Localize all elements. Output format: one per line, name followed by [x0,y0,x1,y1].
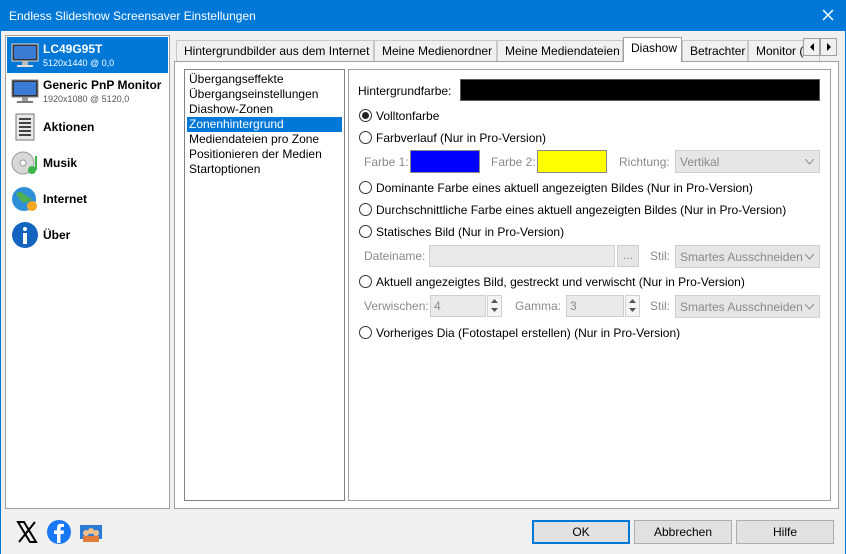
radio-stretched-blurred[interactable] [359,275,372,288]
radio-gradient[interactable] [359,131,372,144]
ok-button[interactable]: OK [532,520,630,544]
sidebar-item-actions[interactable]: Aktionen [7,109,168,145]
radio-static-image[interactable] [359,225,372,238]
list-item[interactable]: Startoptionen [187,162,342,177]
sidebar: LC49G95T 5120x1440 @ 0,0 Generic PnP Mon… [5,35,170,509]
sidebar-item-internet[interactable]: Internet [7,181,168,217]
list-item[interactable]: Übergangseffekte [187,72,342,87]
list-item-selected[interactable]: Zonenhintergrund [187,117,342,132]
background-color-picker[interactable] [460,79,820,101]
sidebar-item-label: Musik [43,156,78,170]
color1-swatch[interactable] [410,150,480,173]
chevron-down-icon [805,254,814,260]
filename-label: Dateiname: [364,249,426,263]
sidebar-item-label: Internet [43,192,88,206]
sidebar-item-monitor-1[interactable]: LC49G95T 5120x1440 @ 0,0 [7,37,168,73]
radio-previous-slide-label: Vorheriges Dia (Fotostapel erstellen) (N… [376,326,681,340]
radio-solid-color[interactable] [359,109,372,122]
tab-scroll-left-button[interactable] [803,38,820,56]
info-icon [12,222,38,248]
zone-background-settings: Hintergrundfarbe: Volltonfarbe Farbverla… [348,69,831,501]
radio-gradient-label: Farbverlauf (Nur in Pro-Version) [376,131,547,145]
x-twitter-icon[interactable] [14,519,40,545]
static-style-label: Stil: [650,249,671,263]
radio-static-image-label: Statisches Bild (Nur in Pro-Version) [376,225,565,239]
gamma-input[interactable]: 3 [566,295,624,317]
spin-up-icon [491,299,498,303]
blur-label: Verwischen: [364,299,429,313]
direction-select[interactable]: Vertikal [675,150,820,173]
actions-list-icon [15,113,35,141]
static-style-select-value: Smartes Ausschneiden [680,250,803,264]
blur-input[interactable]: 4 [430,295,486,317]
sidebar-item-label: Über [43,228,71,242]
color2-swatch[interactable] [537,150,607,173]
stretched-style-label: Stil: [650,299,671,313]
list-item[interactable]: Mediendateien pro Zone [187,132,342,147]
sidebar-item-resolution: 5120x1440 @ 0,0 [43,58,115,68]
tab-scroll-right-button[interactable] [820,38,837,56]
tab-media-folders[interactable]: Meine Medienordner [374,40,497,61]
radio-dominant-color[interactable] [359,181,372,194]
direction-label: Richtung: [619,155,670,169]
slideshow-section-list: Übergangseffekte Übergangseinstellungen … [184,69,345,501]
spin-down-icon [491,308,498,312]
radio-solid-color-label: Volltonfarbe [376,109,440,123]
sidebar-item-resolution: 1920x1080 @ 5120,0 [43,94,130,104]
sidebar-item-music[interactable]: Musik [7,145,168,181]
tab-internet-backgrounds[interactable]: Hintergrundbilder aus dem Internet [176,40,374,61]
facebook-icon[interactable] [46,519,72,545]
list-item[interactable]: Übergangseinstellungen [187,87,342,102]
color2-label: Farbe 2: [491,155,536,169]
filename-input[interactable] [429,245,615,267]
tab-viewer[interactable]: Betrachter [682,40,748,61]
sidebar-item-label: Generic PnP Monitor [43,78,162,92]
browse-button[interactable]: ... [617,245,639,267]
sidebar-item-monitor-2[interactable]: Generic PnP Monitor 1920x1080 @ 5120,0 [7,73,168,109]
sidebar-item-label: Aktionen [43,120,95,134]
tab-media-files[interactable]: Meine Mediendateien [497,40,623,61]
help-button[interactable]: Hilfe [736,520,834,544]
color1-label: Farbe 1: [364,155,409,169]
static-style-select[interactable]: Smartes Ausschneiden [675,245,820,268]
window-border-left [0,31,1,554]
title-bar: Endless Slideshow Screensaver Einstellun… [0,0,846,31]
background-color-label: Hintergrundfarbe: [358,84,452,98]
tab-slideshow[interactable]: Diashow [623,37,682,62]
monitor-icon [11,79,39,103]
globe-icon [12,187,37,211]
list-item[interactable]: Positionieren der Medien [187,147,342,162]
tab-strip: Hintergrundbilder aus dem Internet Meine… [174,37,822,62]
list-item[interactable]: Diashow-Zonen [187,102,342,117]
blur-spinner[interactable] [487,295,502,317]
gamma-spinner[interactable] [625,295,640,317]
chevron-down-icon [805,304,814,310]
stretched-style-select[interactable]: Smartes Ausschneiden [675,295,820,318]
music-disc-icon [11,151,37,175]
close-icon[interactable] [819,6,837,24]
window-title: Endless Slideshow Screensaver Einstellun… [9,9,256,23]
chevron-down-icon [805,159,814,165]
radio-average-color-label: Durchschnittliche Farbe eines aktuell an… [376,203,787,217]
spin-down-icon [629,308,636,312]
direction-select-value: Vertikal [680,155,720,169]
community-icon[interactable] [78,519,104,545]
tab-panel-slideshow: Übergangseffekte Übergangseinstellungen … [174,61,839,509]
radio-previous-slide[interactable] [359,326,372,339]
stretched-style-select-value: Smartes Ausschneiden [680,300,803,314]
radio-average-color[interactable] [359,203,372,216]
radio-dominant-color-label: Dominante Farbe eines aktuell angezeigte… [376,181,753,195]
sidebar-item-label: LC49G95T [43,42,103,56]
radio-stretched-blurred-label: Aktuell angezeigtes Bild, gestreckt und … [376,275,745,289]
cancel-button[interactable]: Abbrechen [634,520,732,544]
gamma-label: Gamma: [515,299,562,313]
chevron-right-icon [826,43,831,51]
chevron-left-icon [809,43,814,51]
monitor-icon [11,43,39,67]
sidebar-item-about[interactable]: Über [7,217,168,253]
spin-up-icon [629,299,636,303]
